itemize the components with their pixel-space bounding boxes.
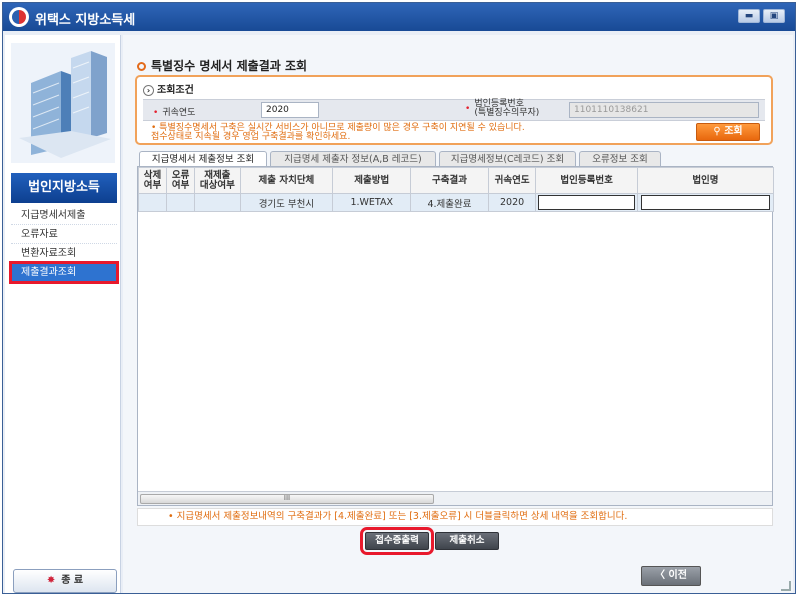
col-method[interactable]: 제출방법: [332, 167, 412, 194]
previous-button[interactable]: 〈 이전: [641, 566, 701, 586]
col-error[interactable]: 오류 여부: [166, 167, 196, 194]
horizontal-scrollbar[interactable]: III: [138, 491, 772, 505]
sidebar-menu: 지급명세서제출 오류자료 변환자료조회 제출결과조회: [9, 206, 119, 284]
cancel-submission-button[interactable]: 제출취소: [435, 532, 499, 550]
search-button-label: 조회: [724, 126, 743, 137]
col-resubmit[interactable]: 재제출 대상여부: [194, 167, 241, 194]
tab-bar: 지급명세서 제출정보 조회 지급명세 제출자 정보(A,B 레코드) 지급명세정…: [139, 151, 779, 167]
cell-resubmit: [194, 193, 241, 212]
expand-icon: ›: [143, 85, 154, 96]
cell-method: 1.WETAX: [332, 193, 412, 212]
page-title: 특별징수 명세서 제출결과 조회: [137, 57, 307, 74]
table-header-row: 삭제 여부 오류 여부 재제출 대상여부 제출 자치단체 제출방법 구축결과 귀속연도…: [137, 167, 775, 194]
results-table: 삭제 여부 오류 여부 재제출 대상여부 제출 자치단체 제출방법 구축결과 귀속연도…: [137, 166, 775, 506]
app-window: 위택스 지방소득세 ▬ ▣ 법인지방소득 지급명세서제출 오류자료 변환자료조회…: [2, 2, 796, 594]
receipt-print-button[interactable]: 접수증출력: [360, 527, 434, 555]
sidebar-item-error-data[interactable]: 오류자료: [11, 225, 117, 244]
table-row[interactable]: 경기도 부천시 1.WETAX 4.제출완료 2020: [137, 193, 775, 212]
biz-number-label: • 법인등록번호 (특별징수의무자): [465, 99, 540, 118]
col-year[interactable]: 귀속연도: [487, 167, 537, 194]
sidebar-title: 법인지방소득: [11, 173, 117, 203]
biz-number-field[interactable]: [538, 195, 635, 210]
building-illustration: [11, 43, 115, 163]
exit-button[interactable]: ✸ 종 료: [13, 569, 117, 593]
col-biz-number[interactable]: 법인등록번호: [535, 167, 638, 194]
col-region[interactable]: 제출 자치단체: [239, 167, 334, 194]
resize-grip-icon[interactable]: [781, 581, 791, 591]
corp-name-field[interactable]: [640, 195, 771, 210]
scrollbar-thumb[interactable]: III: [140, 494, 434, 504]
year-input[interactable]: 2020: [261, 102, 319, 118]
col-corp-name[interactable]: 법인명: [636, 167, 775, 194]
sidebar-item-converted-data[interactable]: 변환자료조회: [11, 244, 117, 263]
conditions-row: • 귀속연도 2020 • 법인등록번호 (특별징수의무자) 110111013862…: [143, 99, 765, 121]
exit-label: 종 료: [61, 575, 84, 586]
conditions-notice: • 특별징수명세서 구축은 실시간 서비스가 아니므로 제출량이 많은 경우 구…: [151, 124, 621, 142]
search-icon: ⚲: [713, 126, 725, 137]
cell-year: 2020: [487, 193, 537, 212]
main-content: 특별징수 명세서 제출결과 조회 › 조회조건 • 귀속연도 2020 • 법인등록번…: [123, 35, 793, 593]
cell-region: 경기도 부천시: [239, 193, 334, 212]
title-bar: 위택스 지방소득세 ▬ ▣: [3, 3, 795, 31]
cell-corp-name: [636, 193, 775, 212]
tab-error-info[interactable]: 오류정보 조회: [579, 151, 661, 167]
col-deleted[interactable]: 삭제 여부: [137, 167, 168, 194]
title-bullet-icon: [137, 62, 146, 71]
exit-icon: ✸: [46, 575, 56, 586]
wetax-logo-icon: [9, 7, 29, 27]
tab-submission-info[interactable]: 지급명세서 제출정보 조회: [139, 151, 267, 167]
bottom-notice: • 지급명세서 제출정보내역의 구축결과가 [4.제출완료] 또는 [3.제출오…: [137, 508, 773, 526]
cell-biz-number: [535, 193, 638, 212]
notice-line-2: 접수상태로 지속될 경우 영업 구축결과를 확인하세요.: [151, 132, 351, 142]
conditions-title-text: 조회조건: [157, 85, 194, 96]
sidebar-item-submission-result[interactable]: 제출결과조회: [9, 261, 119, 284]
cell-deleted: [137, 193, 168, 212]
sidebar-item-submit-statement[interactable]: 지급명세서제출: [11, 206, 117, 225]
col-result[interactable]: 구축결과: [410, 167, 489, 194]
page-title-text: 특별징수 명세서 제출결과 조회: [151, 59, 308, 73]
minimize-icon[interactable]: ▬: [738, 9, 760, 23]
search-conditions: › 조회조건 • 귀속연도 2020 • 법인등록번호 (특별징수의무자) 110111…: [135, 75, 773, 145]
sidebar: 법인지방소득 지급명세서제출 오류자료 변환자료조회 제출결과조회 ✸ 종 료: [5, 35, 121, 593]
biz-number-input[interactable]: 1101110138621: [569, 102, 759, 118]
search-button[interactable]: ⚲ 조회: [696, 123, 760, 141]
year-label: • 귀속연도: [153, 108, 196, 118]
cell-result: 4.제출완료: [410, 193, 489, 212]
maximize-icon[interactable]: ▣: [763, 9, 785, 23]
conditions-title: › 조회조건: [143, 81, 194, 96]
tab-submitter-info[interactable]: 지급명세 제출자 정보(A,B 레코드): [270, 151, 436, 167]
tab-statement-info[interactable]: 지급명세정보(C레코드) 조회: [439, 151, 576, 167]
window-title: 위택스 지방소득세: [35, 13, 136, 28]
cell-error: [166, 193, 196, 212]
